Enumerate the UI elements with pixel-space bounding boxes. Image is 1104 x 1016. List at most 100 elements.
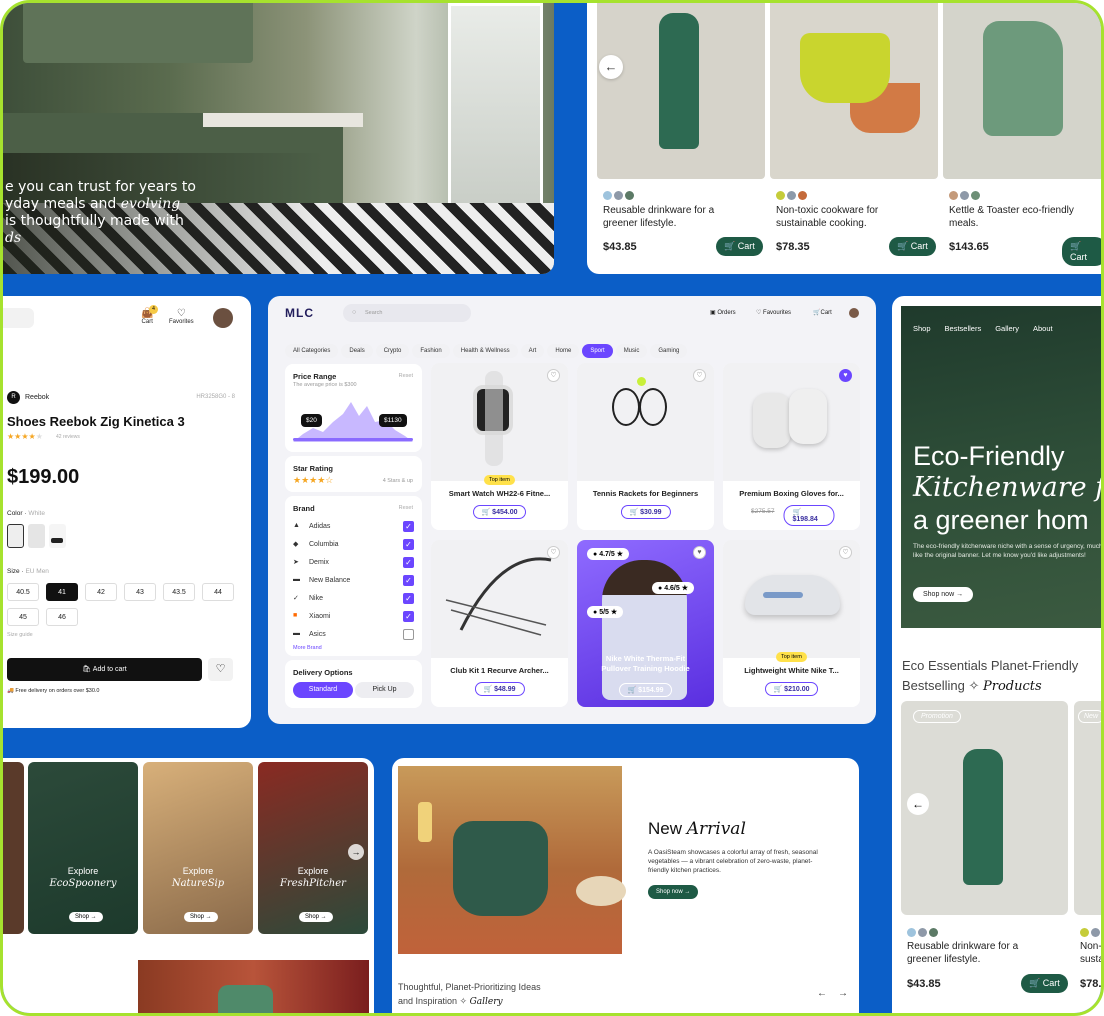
reset-price[interactable]: Reset	[399, 373, 413, 379]
explore-collection-card[interactable]: Explore EcoSpoonery Shop →	[28, 762, 138, 934]
cart-link[interactable]: 🛒Cart	[813, 309, 832, 316]
brand-option[interactable]: ▬ Asics	[293, 625, 414, 643]
category-tab[interactable]: All Categories	[285, 344, 339, 358]
cabinet	[23, 3, 253, 63]
brand-option[interactable]: ▬ New Balance ✓	[293, 571, 414, 589]
nav-link[interactable]: About	[1033, 324, 1053, 333]
shop-button[interactable]: Shop →	[69, 912, 103, 922]
category-tab[interactable]: Fashion	[412, 344, 450, 358]
color-swatch-grey[interactable]	[28, 524, 45, 548]
arrow-right-icon[interactable]: →	[348, 844, 364, 860]
avatar[interactable]	[213, 308, 233, 328]
heart-icon[interactable]: ♡	[693, 369, 706, 382]
checkbox[interactable]: ✓	[403, 592, 414, 604]
heart-icon[interactable]: ♡	[839, 546, 852, 559]
size-option[interactable]: 41	[46, 583, 78, 601]
category-tab[interactable]: Music	[615, 344, 648, 358]
brand-option[interactable]: ◆ Columbia ✓	[293, 535, 414, 553]
color-options[interactable]	[776, 187, 809, 205]
reset-brand[interactable]: Reset	[399, 505, 413, 511]
search-input[interactable]: ○ Search	[343, 304, 471, 322]
category-tab[interactable]: Health & Wellness	[452, 344, 518, 358]
star-rating-selector[interactable]: ★★★★☆	[293, 475, 333, 486]
heart-filled-icon[interactable]: ♥	[839, 369, 852, 382]
more-brand-link[interactable]: More Brand	[293, 645, 414, 651]
add-to-cart-button[interactable]: 🛒 Cart	[1062, 237, 1101, 266]
nav-link[interactable]: Bestsellers	[945, 324, 982, 333]
nav-link[interactable]: Gallery	[995, 324, 1019, 333]
heart-icon[interactable]: ♡	[547, 546, 560, 559]
arrow-left-icon[interactable]: ←	[817, 988, 827, 999]
category-tab[interactable]: Deals	[341, 344, 373, 358]
category-tab[interactable]: Gaming	[650, 344, 688, 358]
category-tab[interactable]: Art	[520, 344, 545, 358]
product-card-hoodie[interactable]: ♥ ● 4.7/5 ★ ● 4.6/5 ★ ● 5/5 ★ Nike White…	[577, 540, 714, 707]
brand-option[interactable]: ➤ Demix ✓	[293, 553, 414, 571]
checkbox[interactable]: ✓	[403, 556, 414, 568]
checkbox[interactable]: ✓	[403, 610, 414, 622]
category-tab[interactable]: Home	[547, 344, 580, 358]
arrow-left-icon[interactable]: ←	[599, 55, 623, 79]
max-price-handle[interactable]: $1130	[379, 414, 407, 427]
orders-link[interactable]: ▣ Orders	[710, 309, 736, 316]
product-card-sneaker[interactable]: ♡ Top item Lightweight White Nike T... 🛒…	[723, 540, 860, 707]
shop-button[interactable]: Shop →	[184, 912, 218, 922]
size-guide-link[interactable]: Size guide	[7, 632, 33, 638]
size-option[interactable]: 45	[7, 608, 39, 626]
checkbox[interactable]: ✓	[403, 520, 414, 532]
color-options[interactable]	[603, 187, 636, 205]
brand-option[interactable]: ▲ Adidas ✓	[293, 517, 414, 535]
size-option[interactable]: 43	[124, 583, 156, 601]
sneaker-image	[723, 540, 860, 658]
checkbox[interactable]	[403, 628, 414, 640]
avatar[interactable]	[849, 308, 859, 318]
min-price-handle[interactable]: $20	[301, 414, 322, 427]
rating-badge: ● 4.6/5 ★	[652, 582, 694, 594]
color-swatch-white[interactable]	[7, 524, 24, 548]
search-box[interactable]	[3, 308, 34, 328]
price-range-panel: Price Range The average price is $300 Re…	[285, 364, 422, 452]
add-to-cart-button[interactable]: 🛒 Cart	[716, 237, 763, 256]
product-name: Smart Watch WH22-6 Fitne...	[448, 489, 551, 498]
pickup-toggle[interactable]: Pick Up	[355, 682, 414, 698]
explore-collection-card[interactable]: Explore NatureSip Shop →	[143, 762, 253, 934]
category-tab[interactable]: Crypto	[375, 344, 410, 358]
size-option[interactable]: 44	[202, 583, 234, 601]
shop-now-button[interactable]: Shop now →	[913, 587, 974, 602]
shop-button[interactable]: Shop →	[299, 912, 333, 922]
size-option[interactable]: 42	[85, 583, 117, 601]
favorite-button[interactable]: ♡	[208, 658, 233, 681]
collection-name: EcoSpoonery	[49, 878, 117, 889]
product-card-gloves[interactable]: ♥ Premium Boxing Gloves for... $275.57 🛒…	[723, 363, 860, 530]
product-card-archery[interactable]: ♡ Club Kit 1 Recurve Archer... 🛒 $48.99	[431, 540, 568, 707]
reviews-count[interactable]: 42 reviews	[56, 434, 80, 440]
explore-label: Explore	[297, 866, 329, 876]
rice-cooker	[453, 821, 548, 916]
add-to-cart-button[interactable]: 🛒 Cart	[889, 237, 936, 256]
product-card-rackets[interactable]: ♡ Tennis Rackets for Beginners 🛒 $30.99	[577, 363, 714, 530]
arrow-left-icon[interactable]: ←	[907, 793, 929, 815]
favourites-link[interactable]: ♡ Favourites	[756, 309, 791, 316]
brand-option[interactable]: ✓ Nike ✓	[293, 589, 414, 607]
add-to-cart-button[interactable]: 🛒 Cart	[1021, 974, 1068, 993]
brand-option[interactable]: ■ Xiaomi ✓	[293, 607, 414, 625]
checkbox[interactable]: ✓	[403, 574, 414, 586]
product-image	[770, 3, 938, 179]
color-options[interactable]	[949, 187, 982, 205]
heart-filled-icon[interactable]: ♥	[693, 546, 706, 559]
nav-link[interactable]: Shop	[913, 324, 931, 333]
add-to-cart-button[interactable]: 🛍 Add to cart	[7, 658, 202, 681]
product-card-watch[interactable]: ♡ Top item Smart Watch WH22-6 Fitne... 🛒…	[431, 363, 568, 530]
size-option[interactable]: 46	[46, 608, 78, 626]
size-option[interactable]: 43.5	[163, 583, 195, 601]
size-option[interactable]: 40.5	[7, 583, 39, 601]
category-tab[interactable]: Sport	[582, 344, 613, 358]
color-swatch-black[interactable]	[49, 524, 66, 548]
arrow-right-icon[interactable]: →	[838, 988, 848, 999]
favorites-link[interactable]: ♡ Favorites	[169, 308, 194, 325]
heart-icon[interactable]: ♡	[547, 369, 560, 382]
standard-delivery-toggle[interactable]: Standard	[293, 682, 353, 698]
checkbox[interactable]: ✓	[403, 538, 414, 550]
shop-now-button[interactable]: Shop now →	[648, 885, 699, 899]
mlc-logo[interactable]: MLC	[285, 306, 314, 320]
